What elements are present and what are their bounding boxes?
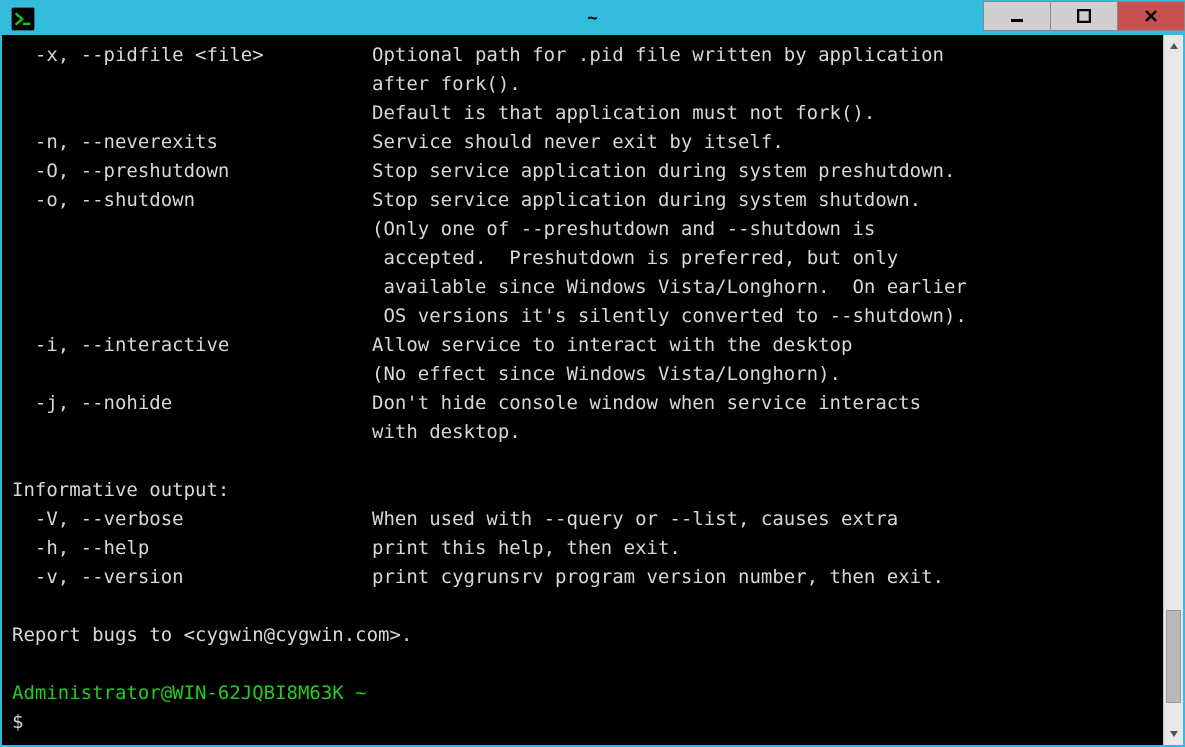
option-continuation: available since Windows Vista/Longhorn. … [12,273,1155,302]
option-continuation: OS versions it's silently converted to -… [12,302,1155,331]
option-flag: -x, --pidfile <file> [12,41,372,70]
option-flag: -O, --preshutdown [12,157,372,186]
option-flag: -o, --shutdown [12,186,372,215]
option-description: When used with --query or --list, causes… [372,505,1155,534]
option-description: Service should never exit by itself. [372,128,1155,157]
option-flag: -n, --neverexits [12,128,372,157]
cygwin-icon [10,6,36,32]
window-controls [984,1,1185,35]
option-description: print this help, then exit. [372,534,1155,563]
option-continuation: Default is that application must not for… [12,99,1155,128]
option-row: -V, --verboseWhen used with --query or -… [12,505,1155,534]
option-description: Allow service to interact with the deskt… [372,331,1155,360]
option-row: -v, --versionprint cygrunsrv program ver… [12,563,1155,592]
titlebar[interactable]: ~ [2,2,1183,35]
terminal-window: ~ -x, --pidfile <file>Optional path for … [0,0,1185,747]
option-flag: -h, --help [12,534,372,563]
shell-prompt: Administrator@WIN-62JQBI8M63K ~ [12,679,1155,708]
option-continuation: after fork(). [12,70,1155,99]
option-flag: -V, --verbose [12,505,372,534]
terminal-output[interactable]: -x, --pidfile <file>Optional path for .p… [2,35,1163,745]
option-row: -n, --neverexitsService should never exi… [12,128,1155,157]
option-description: Stop service application during system s… [372,186,1155,215]
option-description: Optional path for .pid file written by a… [372,41,1155,70]
option-row: -o, --shutdownStop service application d… [12,186,1155,215]
window-title: ~ [587,8,598,29]
report-bugs-line: Report bugs to <cygwin@cygwin.com>. [12,621,1155,650]
option-continuation: (Only one of --preshutdown and --shutdow… [12,215,1155,244]
option-continuation: with desktop. [12,418,1155,447]
option-continuation: accepted. Preshutdown is preferred, but … [12,244,1155,273]
option-row: -h, --helpprint this help, then exit. [12,534,1155,563]
option-description: Don't hide console window when service i… [372,389,1155,418]
option-row: -i, --interactiveAllow service to intera… [12,331,1155,360]
minimize-button[interactable] [983,1,1051,31]
shell-prompt-symbol[interactable]: $ [12,708,1155,737]
option-flag: -v, --version [12,563,372,592]
terminal-area: -x, --pidfile <file>Optional path for .p… [2,35,1183,745]
section-header: Informative output: [12,476,1155,505]
option-row: -O, --preshutdownStop service applicatio… [12,157,1155,186]
option-row: -x, --pidfile <file>Optional path for .p… [12,41,1155,70]
scrollbar-thumb[interactable] [1166,610,1181,703]
option-flag: -j, --nohide [12,389,372,418]
maximize-button[interactable] [1050,1,1118,31]
scrollbar[interactable] [1163,35,1183,745]
scrollbar-track[interactable] [1164,57,1183,723]
scroll-down-button[interactable] [1164,723,1183,745]
option-description: print cygrunsrv program version number, … [372,563,1155,592]
scroll-up-button[interactable] [1164,35,1183,57]
close-button[interactable] [1117,1,1185,31]
option-row: -j, --nohideDon't hide console window wh… [12,389,1155,418]
option-continuation: (No effect since Windows Vista/Longhorn)… [12,360,1155,389]
option-description: Stop service application during system p… [372,157,1155,186]
option-flag: -i, --interactive [12,331,372,360]
